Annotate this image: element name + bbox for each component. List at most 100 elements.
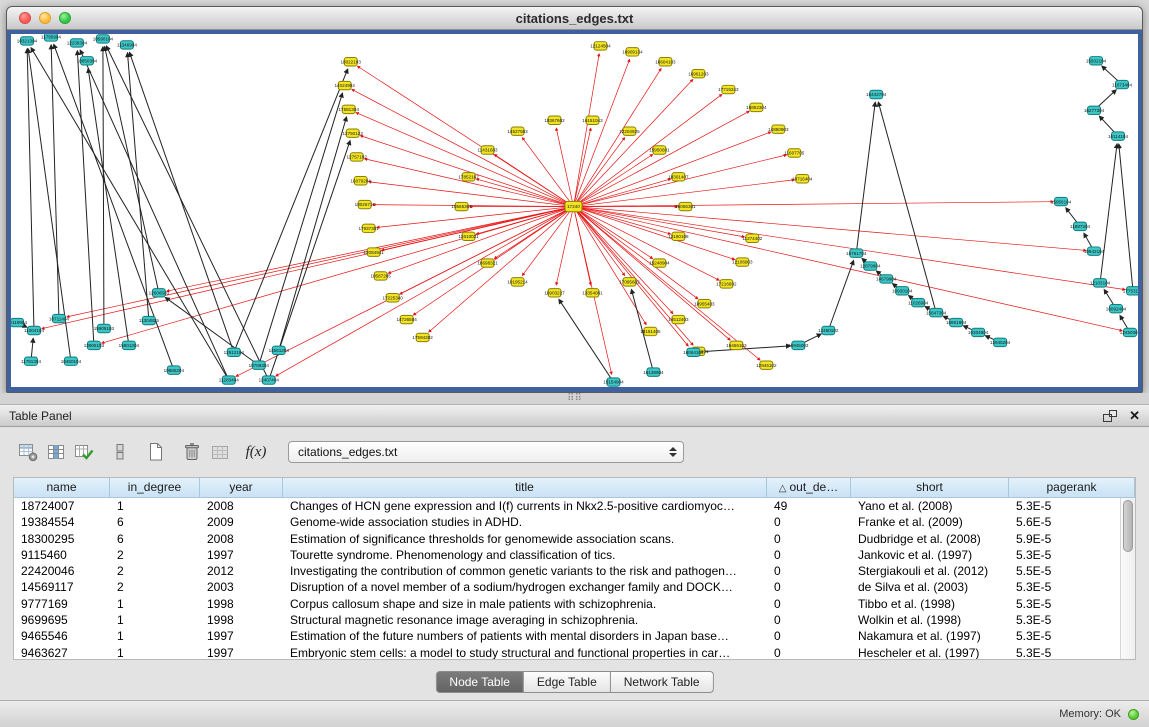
memory-status-label: Memory: OK xyxy=(1059,708,1121,720)
delete-button[interactable] xyxy=(178,438,206,466)
table-row[interactable]: 977716911998Corpus callosum shape and si… xyxy=(14,596,1135,612)
svg-text:16442704: 16442704 xyxy=(866,92,887,97)
column-header-out-degree[interactable]: △out_de… xyxy=(767,478,851,498)
column-header-name[interactable]: name xyxy=(14,478,110,498)
svg-text:16761704: 16761704 xyxy=(846,251,867,256)
table-settings-button[interactable] xyxy=(14,438,42,466)
table-rows: 1872400712008Changes of HCN gene express… xyxy=(14,498,1135,660)
svg-text:12204925: 12204925 xyxy=(619,129,640,134)
table-cell: 14569117 xyxy=(14,579,110,595)
divider-grip-icon[interactable]: ⠿⠿ xyxy=(567,395,582,403)
svg-text:17581304: 17581304 xyxy=(339,107,360,112)
tab-edge-table[interactable]: Edge Table xyxy=(524,671,611,693)
memory-ok-indicator-icon xyxy=(1128,709,1139,720)
table-row[interactable]: 1456911722003Disruption of a novel membe… xyxy=(14,579,1135,595)
function-builder-button[interactable]: f(x) xyxy=(242,438,270,466)
table-cell: Tibbo et al. (1998) xyxy=(851,596,1009,612)
tab-network-table[interactable]: Network Table xyxy=(611,671,714,693)
table-header-row: name in_degree year title △out_de… short… xyxy=(14,478,1135,498)
svg-text:12879904: 12879904 xyxy=(860,264,881,269)
svg-text:11781304: 11781304 xyxy=(21,359,42,364)
float-panel-icon[interactable] xyxy=(1103,410,1117,422)
table-cell: Corpus callosum shape and size in male p… xyxy=(283,596,767,612)
table-row[interactable]: 1872400712008Changes of HCN gene express… xyxy=(14,498,1135,514)
table-cell: Disruption of a novel member of a sodium… xyxy=(283,579,767,595)
table-row[interactable]: 969969511998Structural magnetic resonanc… xyxy=(14,612,1135,628)
svg-text:14024902: 14024902 xyxy=(335,83,356,88)
table-cell: 2 xyxy=(110,547,200,563)
table-row[interactable]: 946554611997Estimation of the future num… xyxy=(14,628,1135,644)
close-window-button[interactable] xyxy=(19,12,31,24)
row-tools-button[interactable] xyxy=(106,438,134,466)
table-row[interactable]: 1830029562008Estimation of significance … xyxy=(14,531,1135,547)
svg-text:12945204: 12945204 xyxy=(990,340,1011,345)
panel-divider[interactable]: ⠿⠿ xyxy=(0,393,1149,404)
svg-text:16277304: 16277304 xyxy=(1084,108,1105,113)
svg-text:11073404: 11073404 xyxy=(1112,82,1133,87)
svg-text:18955403: 18955403 xyxy=(694,301,715,306)
close-panel-icon[interactable]: ✕ xyxy=(1129,410,1140,422)
scrollbar-thumb[interactable] xyxy=(1123,500,1133,552)
network-view-canvas[interactable]: 1724016055361183014071595060112204925161… xyxy=(11,34,1138,387)
network-window: citations_edges.txt 17240160553611830140… xyxy=(6,6,1143,393)
svg-text:10716404: 10716404 xyxy=(792,176,813,181)
svg-text:11346904: 11346904 xyxy=(117,43,138,48)
svg-text:12106603: 12106603 xyxy=(732,260,753,265)
column-header-short[interactable]: short xyxy=(851,478,1009,498)
window-titlebar[interactable]: citations_edges.txt xyxy=(7,7,1142,30)
table-selector-dropdown[interactable]: citations_edges.txt xyxy=(288,441,684,463)
column-header-pagerank[interactable]: pagerank xyxy=(1009,478,1135,498)
tab-node-table[interactable]: Node Table xyxy=(435,671,524,693)
table-cell: 6 xyxy=(110,514,200,530)
table-cell: Genome-wide association studies in ADHD. xyxy=(283,514,767,530)
svg-text:13354081: 13354081 xyxy=(582,291,603,296)
import-table-button[interactable] xyxy=(206,438,234,466)
table-cell: 2 xyxy=(110,563,200,579)
svg-text:10885204: 10885204 xyxy=(164,368,185,373)
table-row[interactable]: 911546021997Tourette syndrome. Phenomeno… xyxy=(14,547,1135,563)
table-tabs: Node Table Edge Table Network Table xyxy=(435,671,713,693)
table-cell: 22420046 xyxy=(14,563,110,579)
minimize-window-button[interactable] xyxy=(39,12,51,24)
table-cell: 18300295 xyxy=(14,531,110,547)
edit-table-icon xyxy=(74,442,94,462)
svg-text:12606503: 12606503 xyxy=(149,291,170,296)
table-cell: 2008 xyxy=(200,531,283,547)
edit-table-button[interactable] xyxy=(70,438,98,466)
svg-text:10195214: 10195214 xyxy=(507,280,528,285)
table-row[interactable]: 1938455462009Genome-wide association stu… xyxy=(14,514,1135,530)
svg-text:12945102: 12945102 xyxy=(756,363,777,368)
network-frame: 1724016055361183014071595060112204925161… xyxy=(7,30,1142,392)
table-row[interactable]: 2242004622012Investigating the contribut… xyxy=(14,563,1135,579)
table-cell: 6 xyxy=(110,531,200,547)
column-header-in-degree[interactable]: in_degree xyxy=(110,478,200,498)
zoom-window-button[interactable] xyxy=(59,12,71,24)
svg-text:16138904: 16138904 xyxy=(643,370,664,375)
table-cell: 1997 xyxy=(200,645,283,660)
table-cell: 0 xyxy=(767,514,851,530)
svg-text:15905103: 15905103 xyxy=(94,326,115,331)
column-header-title[interactable]: title xyxy=(283,478,767,498)
column-header-year[interactable]: year xyxy=(200,478,283,498)
table-cell: 5.6E-5 xyxy=(1009,514,1135,530)
table-row[interactable]: 946362711997Embryonic stem cells: a mode… xyxy=(14,645,1135,660)
table-cell: 5.3E-5 xyxy=(1009,645,1135,660)
show-columns-button[interactable] xyxy=(42,438,70,466)
column-header-out-degree-label: out_de… xyxy=(790,480,839,494)
svg-text:17715343: 17715343 xyxy=(718,87,739,92)
panel-title: Table Panel xyxy=(9,409,72,423)
svg-text:16151043: 16151043 xyxy=(582,118,603,123)
svg-text:15248904: 15248904 xyxy=(649,261,670,266)
svg-text:10590104: 10590104 xyxy=(93,37,114,42)
traffic-lights xyxy=(19,12,71,24)
citation-network-graph[interactable]: 1724016055361183014071595060112204925161… xyxy=(11,34,1138,387)
vertical-scrollbar[interactable] xyxy=(1120,498,1135,659)
svg-text:17216602: 17216602 xyxy=(716,282,737,287)
table-cell: 2008 xyxy=(200,498,283,514)
table-cell: 1997 xyxy=(200,547,283,563)
svg-text:16961904: 16961904 xyxy=(946,320,967,325)
table-cell: 5.3E-5 xyxy=(1009,498,1135,514)
new-file-button[interactable] xyxy=(142,438,170,466)
svg-text:11431683: 11431683 xyxy=(478,148,499,153)
table-cell: Investigating the contribution of common… xyxy=(283,563,767,579)
